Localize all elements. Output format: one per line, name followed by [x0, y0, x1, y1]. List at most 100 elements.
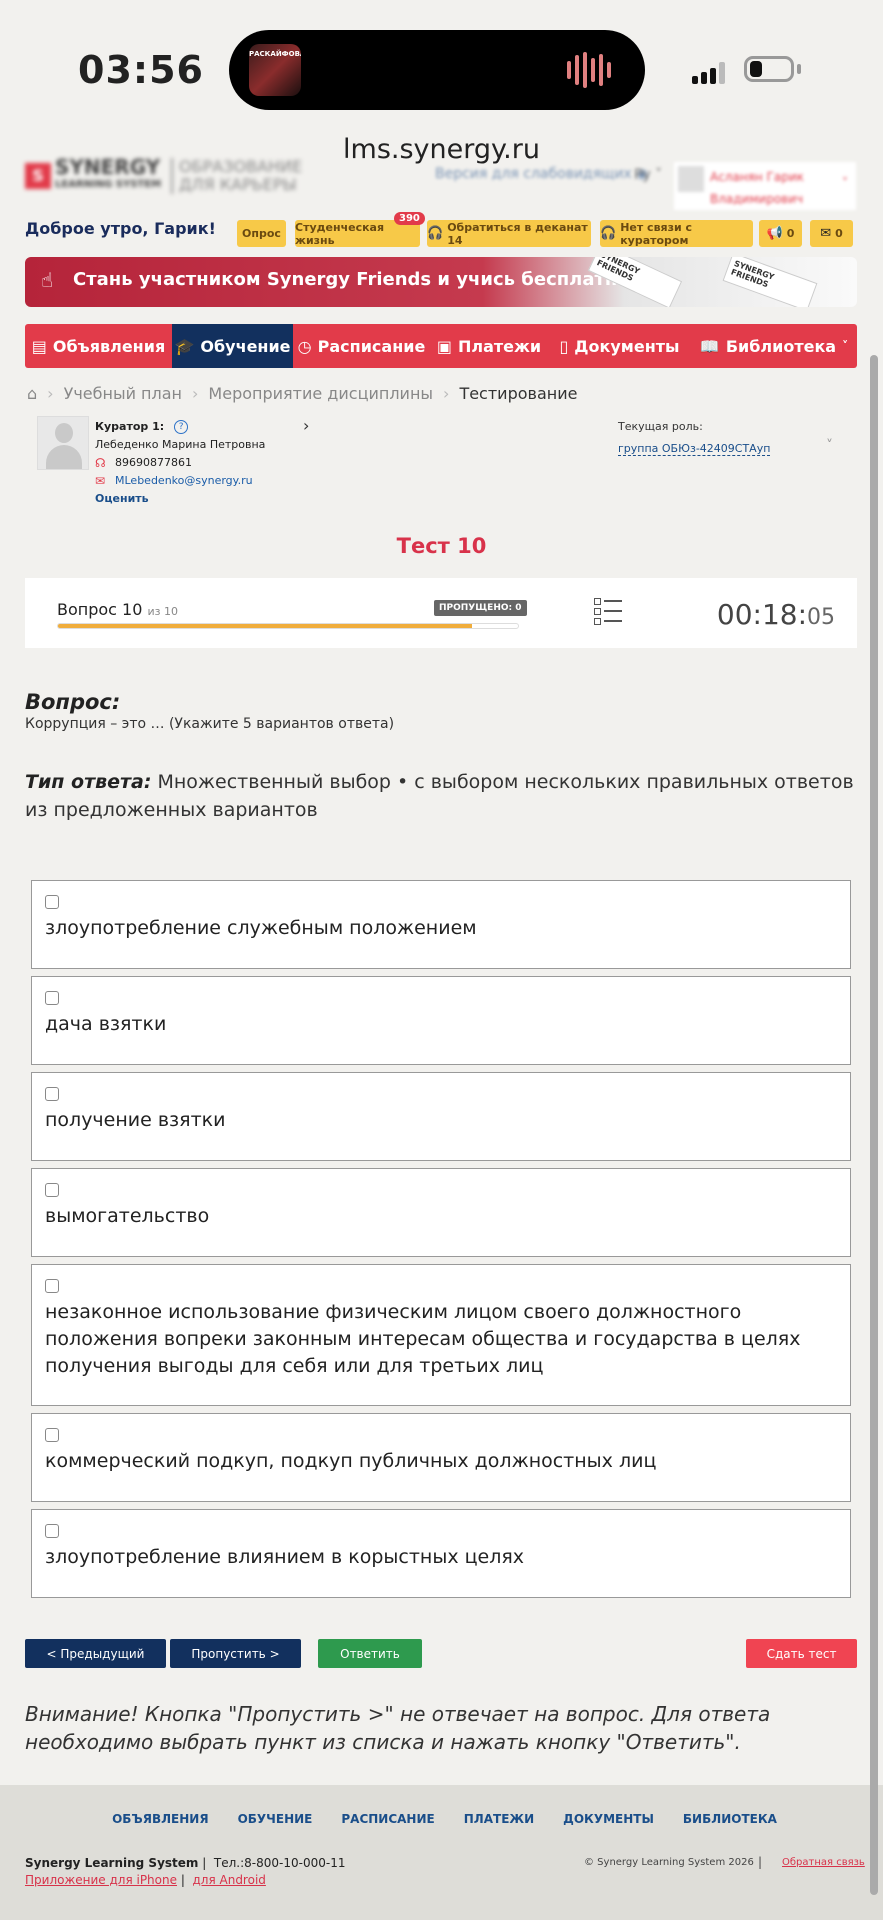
- nav-item-learning[interactable]: 🎓 Обучение: [172, 324, 293, 368]
- battery-tip: [797, 64, 801, 74]
- nav-item-schedule[interactable]: ◷ Расписание: [293, 324, 430, 368]
- survey-label: Опрос: [242, 227, 281, 240]
- option-checkbox[interactable]: [45, 1279, 59, 1293]
- footer-link[interactable]: ПЛАТЕЖИ: [464, 1812, 534, 1826]
- option-checkbox[interactable]: [45, 1428, 59, 1442]
- footer-link[interactable]: РАСПИСАНИЕ: [341, 1812, 434, 1826]
- announcements-count: 0: [786, 227, 795, 240]
- question-counter: Вопрос 10 из 10: [57, 600, 178, 619]
- home-icon[interactable]: ⌂: [27, 384, 37, 403]
- nav-item-library[interactable]: 📖 Библиотека ˅: [691, 324, 857, 368]
- logo-line-2: LEARNING SYSTEM: [55, 179, 162, 190]
- headset-icon: 🎧: [427, 226, 444, 241]
- option-checkbox[interactable]: [45, 895, 59, 909]
- messages-counter[interactable]: ✉ 0: [810, 220, 853, 247]
- rate-curator-link[interactable]: Оценить: [95, 490, 265, 508]
- pointer-hand-icon: ☝: [41, 268, 54, 292]
- question-text: Коррупция – это … (Укажите 5 вариантов о…: [25, 716, 395, 732]
- document-icon: ▯: [559, 336, 569, 356]
- language-label: Ру: [634, 167, 651, 183]
- answer-option[interactable]: незаконное использование физическим лицо…: [31, 1264, 851, 1406]
- option-text: дача взятки: [45, 1013, 167, 1035]
- banner-decoration: SYNERGY FRIENDS: [722, 257, 818, 307]
- timer: 00:18:05: [717, 598, 835, 631]
- skipped-badge: ПРОПУЩЕНО: 0: [434, 600, 527, 616]
- skip-button[interactable]: Пропустить >: [170, 1639, 301, 1668]
- language-select[interactable]: Ру ˅: [634, 167, 662, 183]
- chevron-down-icon[interactable]: ˅: [826, 438, 833, 454]
- survey-button[interactable]: Опрос: [237, 220, 286, 247]
- curator-contact-button[interactable]: 🎧 Нет связи с куратором: [600, 220, 753, 247]
- promo-banner[interactable]: ☝ Стань участником Synergy Friends и учи…: [25, 257, 857, 307]
- breadcrumb-item[interactable]: Учебный план: [64, 384, 182, 403]
- announcements-counter[interactable]: 📢 0: [759, 220, 802, 247]
- answer-option[interactable]: получение взятки: [31, 1072, 851, 1161]
- timer-seconds: 05: [807, 605, 835, 630]
- answer-option[interactable]: вымогательство: [31, 1168, 851, 1257]
- footer: ОБЪЯВЛЕНИЯ ОБУЧЕНИЕ РАСПИСАНИЕ ПЛАТЕЖИ Д…: [0, 1785, 883, 1920]
- logo-text: SYNERGY LEARNING SYSTEM: [55, 157, 162, 194]
- synergy-logo[interactable]: S SYNERGY LEARNING SYSTEM ОБРАЗОВАНИЕ ДЛ…: [25, 157, 302, 194]
- question-list-icon[interactable]: [594, 598, 622, 628]
- feedback-link[interactable]: Обратная связь: [782, 1857, 865, 1868]
- footer-link[interactable]: БИБЛИОТЕКА: [683, 1812, 777, 1826]
- megaphone-icon: 📢: [766, 226, 783, 241]
- answer-button[interactable]: Ответить: [318, 1639, 422, 1668]
- breadcrumb: ⌂ › Учебный план › Мероприятие дисциплин…: [27, 384, 577, 403]
- envelope-icon: ✉: [95, 474, 106, 488]
- progress-fill: [58, 624, 472, 628]
- progress-bar: [57, 623, 519, 629]
- answer-option[interactable]: злоупотребление служебным положением: [31, 880, 851, 969]
- nav-label: Объявления: [52, 336, 166, 356]
- answer-type-label: Тип ответа:: [25, 771, 152, 793]
- option-text: злоупотребление влиянием в корыстных цел…: [45, 1546, 525, 1568]
- clock: 03:56: [78, 48, 204, 92]
- main-nav: ▤ Объявления 🎓 Обучение ◷ Расписание ▣ П…: [25, 324, 857, 368]
- role-select[interactable]: группа ОБЮз-42409СТАуп: [618, 442, 771, 456]
- company-name: Synergy Learning System: [25, 1856, 199, 1870]
- option-text: получение взятки: [45, 1109, 226, 1131]
- scrollbar[interactable]: [870, 355, 878, 1895]
- option-checkbox[interactable]: [45, 1087, 59, 1101]
- role-label: Текущая роль:: [618, 420, 703, 433]
- nav-item-payments[interactable]: ▣ Платежи: [430, 324, 548, 368]
- answer-option[interactable]: коммерческий подкуп, подкуп публичных до…: [31, 1413, 851, 1502]
- footer-link[interactable]: ДОКУМЕНТЫ: [563, 1812, 654, 1826]
- curator-info: Куратор 1:? Лебеденко Марина Петровна ☊ 8…: [95, 418, 265, 508]
- chevron-down-icon: ˅: [650, 167, 663, 183]
- finish-test-button[interactable]: Сдать тест: [746, 1639, 857, 1668]
- option-checkbox[interactable]: [45, 1183, 59, 1197]
- option-checkbox[interactable]: [45, 991, 59, 1005]
- footer-apps: Приложение для iPhone | для Android: [25, 1873, 266, 1887]
- option-text: злоупотребление служебным положением: [45, 917, 477, 939]
- option-checkbox[interactable]: [45, 1524, 59, 1538]
- logo-sub-2: ДЛЯ КАРЬЕРЫ: [179, 175, 297, 194]
- accessibility-link[interactable]: Версия для слабовидящих ◉: [435, 166, 648, 182]
- footer-separator: |: [758, 1855, 763, 1869]
- curator-email[interactable]: MLebedenko@synergy.ru: [115, 472, 253, 490]
- iphone-app-link[interactable]: Приложение для iPhone: [25, 1873, 177, 1887]
- dynamic-island: РАСКАЙФОВАНЫ: [229, 30, 645, 110]
- nav-label: Обучение: [200, 336, 291, 356]
- breadcrumb-item[interactable]: Мероприятие дисциплины: [208, 384, 433, 403]
- dean-button[interactable]: 🎧 Обратиться в деканат 14: [427, 220, 591, 247]
- audio-waveform-icon: [567, 52, 611, 88]
- avatar: [678, 166, 704, 192]
- nav-item-announcements[interactable]: ▤ Объявления: [25, 324, 172, 368]
- chevron-right-icon[interactable]: ›: [303, 416, 309, 435]
- help-icon[interactable]: ?: [174, 420, 189, 434]
- footer-link[interactable]: ОБУЧЕНИЕ: [238, 1812, 313, 1826]
- android-app-link[interactable]: для Android: [193, 1873, 266, 1887]
- footer-company: Synergy Learning System | Тел.:8-800-10-…: [25, 1856, 346, 1870]
- nav-label: Платежи: [457, 336, 542, 356]
- answer-option[interactable]: злоупотребление влиянием в корыстных цел…: [31, 1509, 851, 1598]
- question-progress-card: Вопрос 10 из 10 ПРОПУЩЕНО: 0 00:18:05: [25, 578, 857, 648]
- nav-item-documents[interactable]: ▯ Документы: [548, 324, 691, 368]
- user-menu[interactable]: Асланян Гарик Владимирович ˅: [674, 162, 856, 210]
- answer-option[interactable]: дача взятки: [31, 976, 851, 1065]
- logo-subtitle: ОБРАЗОВАНИЕ ДЛЯ КАРЬЕРЫ: [171, 158, 302, 194]
- accessibility-label: Версия для слабовидящих: [435, 166, 632, 182]
- footer-link[interactable]: ОБЪЯВЛЕНИЯ: [112, 1812, 209, 1826]
- previous-button[interactable]: < Предыдущий: [25, 1639, 166, 1668]
- dean-label: Обратиться в деканат 14: [447, 220, 588, 247]
